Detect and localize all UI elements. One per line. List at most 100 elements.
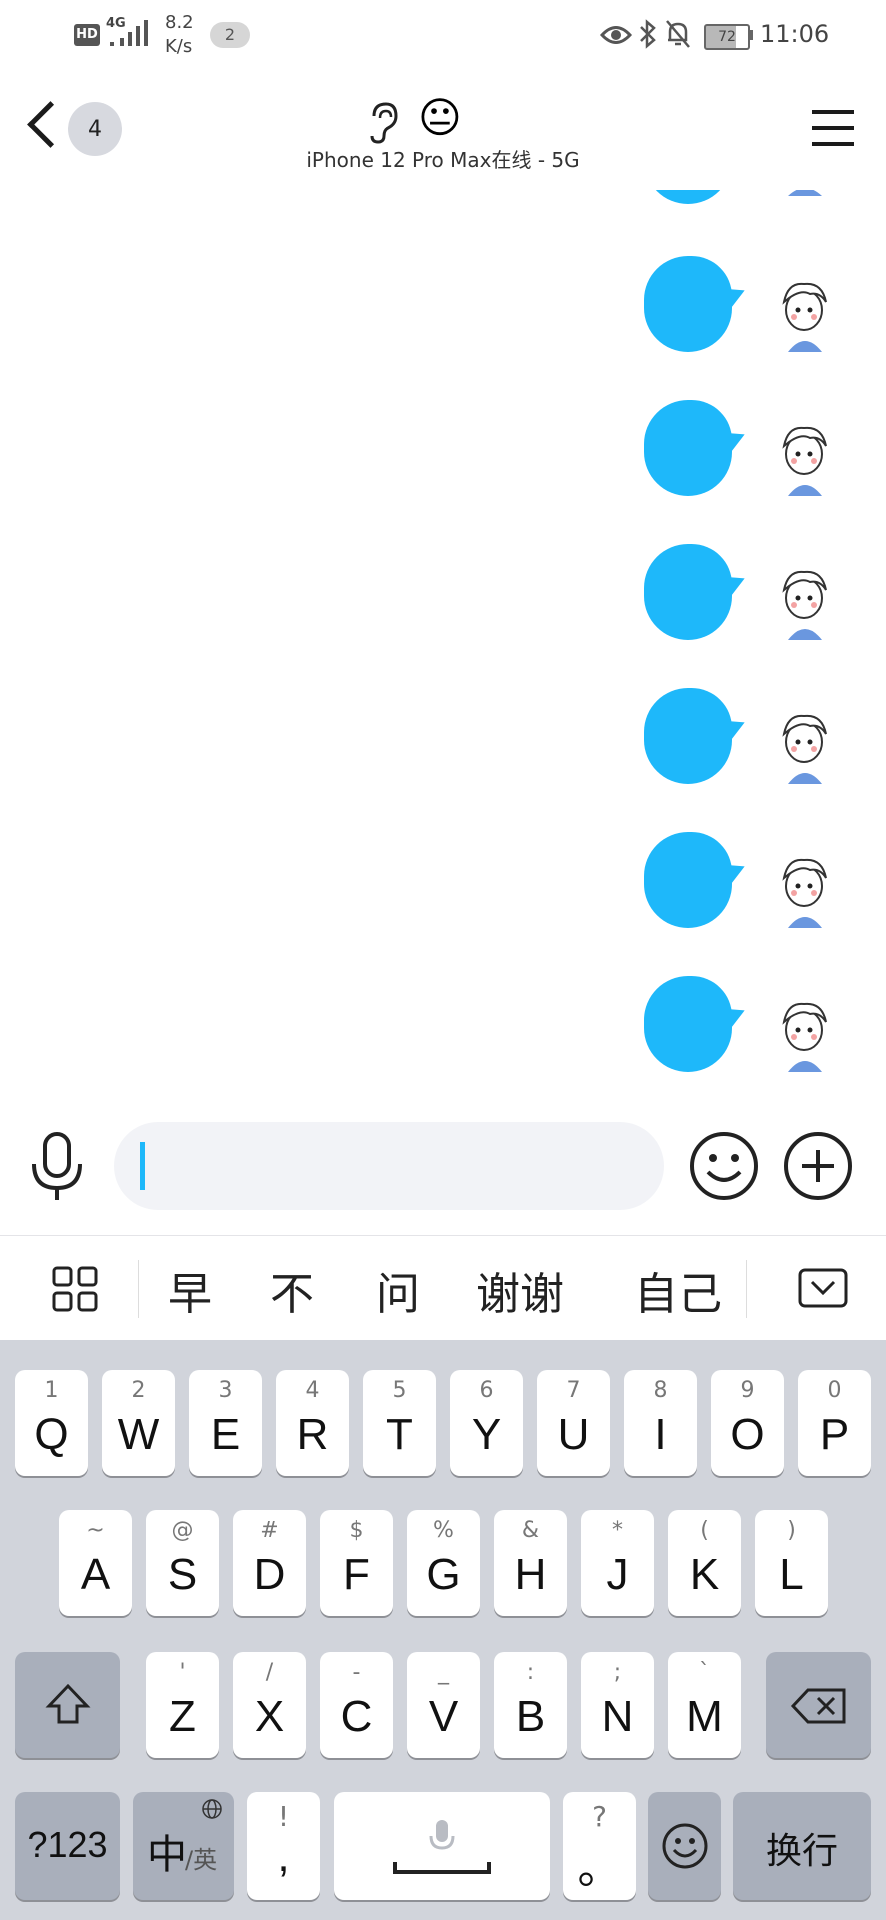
key-w[interactable]: 2W	[102, 1370, 175, 1476]
emoji-icon[interactable]	[688, 1130, 760, 1202]
key-sub-label: *	[612, 1518, 623, 1543]
space-icon	[393, 1862, 491, 1874]
enter-key[interactable]: 换行	[733, 1792, 871, 1900]
back-icon[interactable]	[27, 101, 74, 148]
globe-icon	[202, 1799, 222, 1819]
key-sub-label: /	[265, 1660, 274, 1685]
user-avatar[interactable]	[770, 416, 840, 498]
user-avatar[interactable]	[770, 992, 840, 1074]
emoji-key[interactable]	[648, 1792, 721, 1900]
numbers-key-label: ?123	[27, 1824, 108, 1865]
language-switch-key[interactable]: 中 /英	[133, 1792, 234, 1900]
key-o[interactable]: 9O	[711, 1370, 784, 1476]
key-sub-label: #	[260, 1518, 279, 1543]
key-k[interactable]: (K	[668, 1510, 741, 1616]
voice-message-bubble[interactable]	[644, 400, 732, 496]
key-p[interactable]: 0P	[798, 1370, 871, 1476]
candidate-word[interactable]: 自己	[634, 1258, 722, 1322]
message-list[interactable]	[0, 190, 886, 1090]
key-sub-label: 8	[653, 1378, 668, 1403]
voice-message-bubble[interactable]	[644, 544, 732, 640]
key-label: T	[386, 1410, 413, 1459]
ear-icon[interactable]	[366, 100, 400, 144]
key-u[interactable]: 7U	[537, 1370, 610, 1476]
key-x[interactable]: / X	[233, 1652, 306, 1758]
candidate-word[interactable]: 早	[168, 1258, 212, 1322]
key-sub-label: 2	[131, 1378, 146, 1403]
key-l[interactable]: ) L	[755, 1510, 828, 1616]
space-key[interactable]	[334, 1792, 550, 1900]
candidate-bar: 早 不 问 谢谢 自己	[0, 1235, 886, 1341]
key-label: Q	[34, 1410, 69, 1459]
key-q[interactable]: 1Q	[15, 1370, 88, 1476]
candidate-word[interactable]: 不	[270, 1258, 314, 1322]
key-sub-label: 7	[566, 1378, 581, 1403]
key-sub-label: :	[526, 1660, 535, 1685]
key-label: X	[254, 1692, 285, 1741]
key-label: O	[730, 1410, 765, 1459]
plus-icon[interactable]	[782, 1130, 854, 1202]
voice-message-bubble[interactable]	[644, 832, 732, 928]
key-e[interactable]: 3E	[189, 1370, 262, 1476]
user-avatar[interactable]	[770, 272, 840, 354]
key-z[interactable]: ' Z	[146, 1652, 219, 1758]
user-avatar[interactable]	[770, 848, 840, 930]
key-g[interactable]: % G	[407, 1510, 480, 1616]
voice-message-bubble[interactable]	[644, 256, 732, 352]
key-b[interactable]: :B	[494, 1652, 567, 1758]
key-i[interactable]: 8I	[624, 1370, 697, 1476]
key-j[interactable]: * J	[581, 1510, 654, 1616]
key-v[interactable]: _ V	[407, 1652, 480, 1758]
candidate-word[interactable]: 问	[376, 1258, 420, 1322]
user-avatar[interactable]	[770, 560, 840, 642]
key-a[interactable]: ~ A	[59, 1510, 132, 1616]
contact-emoji: 😐	[418, 93, 462, 142]
key-s[interactable]: @ S	[146, 1510, 219, 1616]
divider	[746, 1260, 747, 1318]
key-h[interactable]: & H	[494, 1510, 567, 1616]
key-n[interactable]: ; N	[581, 1652, 654, 1758]
key-sub-label: &	[521, 1518, 540, 1543]
comma-key[interactable]: ! ,	[247, 1792, 320, 1900]
backspace-key[interactable]	[766, 1652, 871, 1758]
key-c[interactable]: -C	[320, 1652, 393, 1758]
grid-menu-icon[interactable]	[52, 1266, 98, 1312]
collapse-keyboard-icon[interactable]	[798, 1268, 848, 1308]
chat-header: 4 😐 iPhone 12 Pro Max在线 - 5G	[0, 72, 886, 190]
key-sub-label: !	[277, 1800, 290, 1833]
key-sub-label: -	[352, 1660, 361, 1685]
key-sub-label: ~	[86, 1518, 105, 1543]
period-key[interactable]: ? 。	[563, 1792, 636, 1900]
user-avatar[interactable]	[770, 704, 840, 786]
key-sub-label: ?	[592, 1800, 607, 1833]
key-label: ,	[277, 1832, 290, 1881]
battery-cap	[749, 30, 753, 40]
key-sub-label: 4	[305, 1378, 320, 1403]
eye-icon	[600, 26, 632, 44]
key-y[interactable]: 6Y	[450, 1370, 523, 1476]
menu-icon[interactable]	[812, 110, 854, 148]
key-sub-label: @	[171, 1518, 194, 1543]
voice-message-bubble[interactable]	[644, 688, 732, 784]
key-label: J	[606, 1550, 629, 1599]
voice-input-icon[interactable]	[28, 1130, 86, 1202]
numbers-key[interactable]: ?123	[15, 1792, 120, 1900]
key-t[interactable]: 5T	[363, 1370, 436, 1476]
enter-key-label: 换行	[765, 1831, 838, 1872]
message-input[interactable]	[114, 1122, 664, 1210]
key-f[interactable]: $ F	[320, 1510, 393, 1616]
contact-status-subtitle: iPhone 12 Pro Max在线 - 5G	[306, 148, 580, 172]
user-avatar[interactable]	[770, 190, 840, 202]
shift-key[interactable]	[15, 1652, 120, 1758]
key-label: W	[117, 1410, 160, 1459]
voice-message-bubble[interactable]	[644, 190, 732, 204]
key-d[interactable]: # D	[233, 1510, 306, 1616]
candidate-word[interactable]: 谢谢	[476, 1258, 564, 1322]
key-r[interactable]: 4R	[276, 1370, 349, 1476]
key-sub-label: 0	[827, 1378, 842, 1403]
key-label: U	[557, 1410, 590, 1459]
key-label: P	[819, 1410, 850, 1459]
key-m[interactable]: ` M	[668, 1652, 741, 1758]
text-cursor	[140, 1142, 145, 1190]
voice-message-bubble[interactable]	[644, 976, 732, 1072]
